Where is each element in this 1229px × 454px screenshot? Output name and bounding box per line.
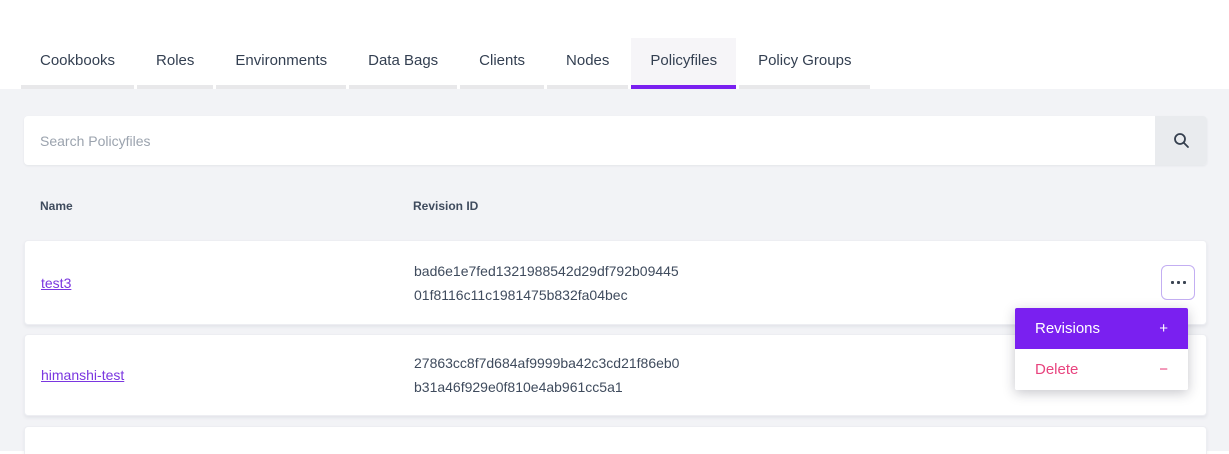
column-header-revision-id: Revision ID (413, 199, 1151, 213)
table-header: Name Revision ID (24, 199, 1207, 213)
tab-policyfiles[interactable]: Policyfiles (631, 38, 736, 89)
tab-clients[interactable]: Clients (460, 38, 544, 89)
row-context-menu: Revisions + Delete − (1015, 308, 1188, 390)
menu-item-delete[interactable]: Delete − (1015, 349, 1188, 390)
tab-bar: Cookbooks Roles Environments Data Bags C… (0, 0, 1229, 89)
column-header-name: Name (40, 199, 413, 213)
policyfiles-page: Cookbooks Roles Environments Data Bags C… (0, 0, 1229, 454)
policyfile-link-himanshi-test[interactable]: himanshi-test (41, 367, 124, 383)
revision-id-line: 01f8116c11c1981475b832fa04bec (414, 283, 1150, 307)
policyfile-link-test3[interactable]: test3 (41, 275, 71, 291)
tab-nodes[interactable]: Nodes (547, 38, 628, 89)
revision-id-value: bad6e1e7fed1321988542d29df792b09445 01f8… (414, 259, 1150, 307)
search-icon (1173, 132, 1190, 149)
tab-cookbooks[interactable]: Cookbooks (21, 38, 134, 89)
row-actions-button[interactable] (1161, 265, 1195, 300)
minus-icon: − (1159, 361, 1168, 378)
search-button[interactable] (1155, 116, 1207, 165)
plus-icon: + (1159, 320, 1168, 337)
menu-item-label: Delete (1035, 361, 1078, 378)
table-row (24, 426, 1207, 454)
tab-environments[interactable]: Environments (216, 38, 346, 89)
search-input[interactable] (24, 116, 1155, 165)
menu-item-revisions[interactable]: Revisions + (1015, 308, 1188, 349)
tab-roles[interactable]: Roles (137, 38, 213, 89)
policyfiles-content: Name Revision ID test3 bad6e1e7fed132198… (0, 89, 1229, 451)
ellipsis-icon (1171, 281, 1186, 284)
revision-id-line: bad6e1e7fed1321988542d29df792b09445 (414, 259, 1150, 283)
search-bar (24, 116, 1207, 165)
tab-data-bags[interactable]: Data Bags (349, 38, 457, 89)
tab-policy-groups[interactable]: Policy Groups (739, 38, 870, 89)
menu-item-label: Revisions (1035, 320, 1100, 337)
